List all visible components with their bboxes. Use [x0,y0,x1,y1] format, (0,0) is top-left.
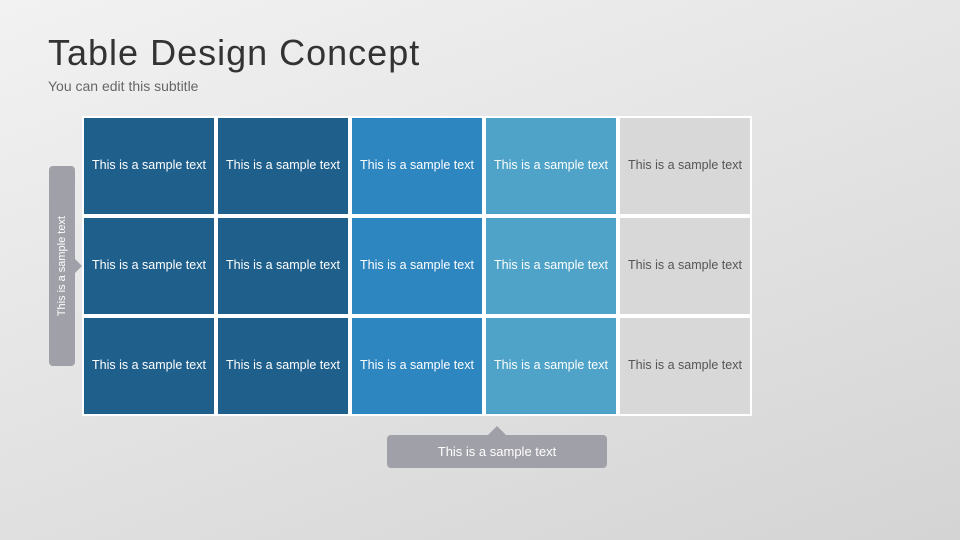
table-grid: This is a sample textThis is a sample te… [82,116,912,416]
table-cell: This is a sample text [484,216,618,316]
table-cell: This is a sample text [618,216,752,316]
table-cell: This is a sample text [82,116,216,216]
vertical-label-text: This is a sample text [56,216,68,316]
table-area: This is a sample text This is a sample t… [48,116,912,416]
vertical-label-container: This is a sample text [48,116,76,416]
bottom-arrow-icon [488,426,506,435]
slide: Table Design Concept You can edit this s… [0,0,960,540]
bottom-label-box: This is a sample text [387,435,607,468]
slide-title: Table Design Concept [48,32,912,74]
table-row: This is a sample textThis is a sample te… [82,316,912,416]
table-cell: This is a sample text [216,216,350,316]
table-cell: This is a sample text [350,116,484,216]
vertical-label-box: This is a sample text [49,166,75,366]
bottom-label-area: This is a sample text [82,426,912,468]
table-cell: This is a sample text [618,116,752,216]
table-cell: This is a sample text [618,316,752,416]
table-cell: This is a sample text [216,316,350,416]
table-row: This is a sample textThis is a sample te… [82,216,912,316]
table-cell: This is a sample text [484,116,618,216]
table-cell: This is a sample text [350,216,484,316]
table-cell: This is a sample text [484,316,618,416]
table-cell: This is a sample text [216,116,350,216]
table-cell: This is a sample text [82,216,216,316]
table-row: This is a sample textThis is a sample te… [82,116,912,216]
slide-subtitle: You can edit this subtitle [48,78,912,94]
table-cell: This is a sample text [350,316,484,416]
table-cell: This is a sample text [82,316,216,416]
